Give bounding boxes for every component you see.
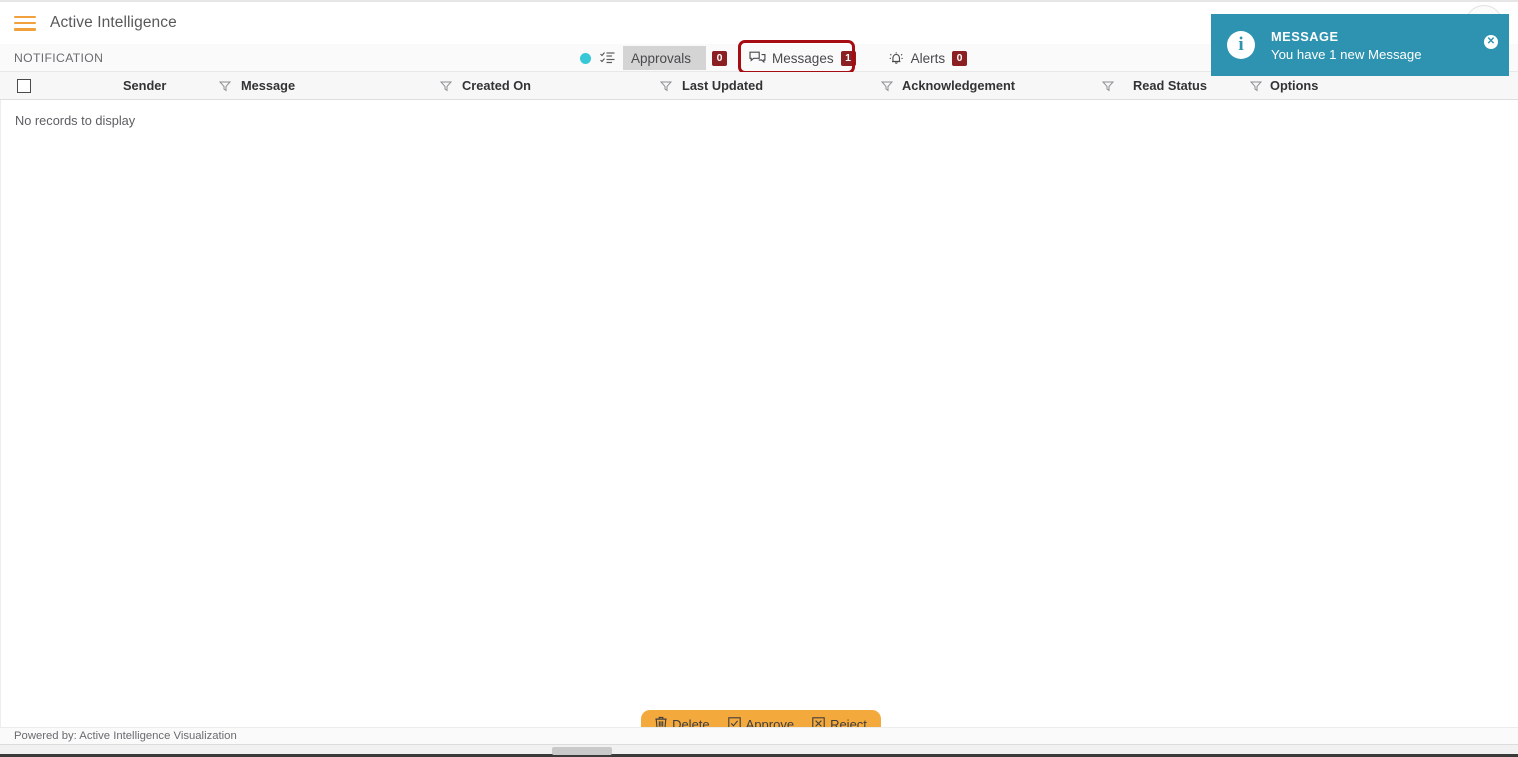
column-header-acknowledgement: Acknowledgement (902, 78, 1016, 93)
filter-icon-message[interactable] (219, 80, 231, 92)
tab-messages[interactable]: Messages 1 (741, 46, 864, 70)
chat-bubbles-icon (749, 51, 766, 65)
filter-icon-read-status[interactable] (1102, 80, 1114, 92)
notification-tabs: Approvals 0 Messages 1 Alerts 0 (580, 44, 975, 72)
info-icon: i (1227, 31, 1255, 59)
tab-messages-badge: 1 (840, 50, 856, 66)
bell-icon (888, 51, 905, 66)
column-header-message: Message (241, 78, 296, 93)
column-header-options: Options (1270, 78, 1319, 93)
column-header-last-updated: Last Updated (682, 78, 764, 93)
footer-text: Powered by: Active Intelligence Visualiz… (14, 730, 237, 742)
tab-messages-label: Messages (772, 50, 834, 66)
hamburger-bar (14, 15, 36, 19)
hamburger-bar (14, 21, 36, 25)
hamburger-bar (14, 27, 36, 31)
close-icon[interactable]: ✕ (1484, 35, 1498, 49)
tab-approvals-label: Approvals (631, 50, 692, 66)
column-header-created-on: Created On (462, 78, 531, 93)
horizontal-scrollbar-thumb[interactable] (552, 747, 612, 755)
app-title: Active Intelligence (50, 14, 177, 31)
checklist-icon[interactable] (600, 51, 615, 65)
toast-message: You have 1 new Message (1271, 46, 1422, 62)
footer-bar: Powered by: Active Intelligence Visualiz… (0, 727, 1518, 744)
tab-alerts-label: Alerts (910, 50, 946, 66)
filter-icon-acknowledgement[interactable] (881, 80, 893, 92)
app-root: Active Intelligence NOTIFICATION Approva… (0, 0, 1518, 757)
grid-body: No records to display (0, 100, 1518, 727)
toast-body: MESSAGE You have 1 new Message (1271, 29, 1422, 62)
column-header-read-status: Read Status (1133, 78, 1207, 93)
horizontal-scrollbar[interactable] (0, 744, 1518, 757)
empty-state-message: No records to display (15, 113, 136, 128)
status-dot-icon (580, 52, 591, 64)
filter-icon-last-updated[interactable] (660, 80, 672, 92)
tab-approvals[interactable]: Approvals (623, 46, 707, 70)
message-toast: i MESSAGE You have 1 new Message ✕ (1211, 14, 1509, 76)
select-all-checkbox[interactable] (17, 79, 31, 93)
filter-icon-created-on[interactable] (440, 80, 452, 92)
notification-label: NOTIFICATION (14, 51, 104, 65)
filter-icon-options[interactable] (1250, 80, 1262, 92)
tab-approvals-badge: 0 (712, 50, 728, 66)
toast-title: MESSAGE (1271, 28, 1339, 44)
grid-header-row: Sender Message Created On Last Updated A… (0, 72, 1518, 100)
tab-alerts[interactable]: Alerts 0 (880, 46, 976, 70)
hamburger-icon[interactable] (14, 15, 36, 31)
tab-alerts-badge: 0 (952, 50, 968, 66)
column-header-sender: Sender (123, 78, 167, 93)
